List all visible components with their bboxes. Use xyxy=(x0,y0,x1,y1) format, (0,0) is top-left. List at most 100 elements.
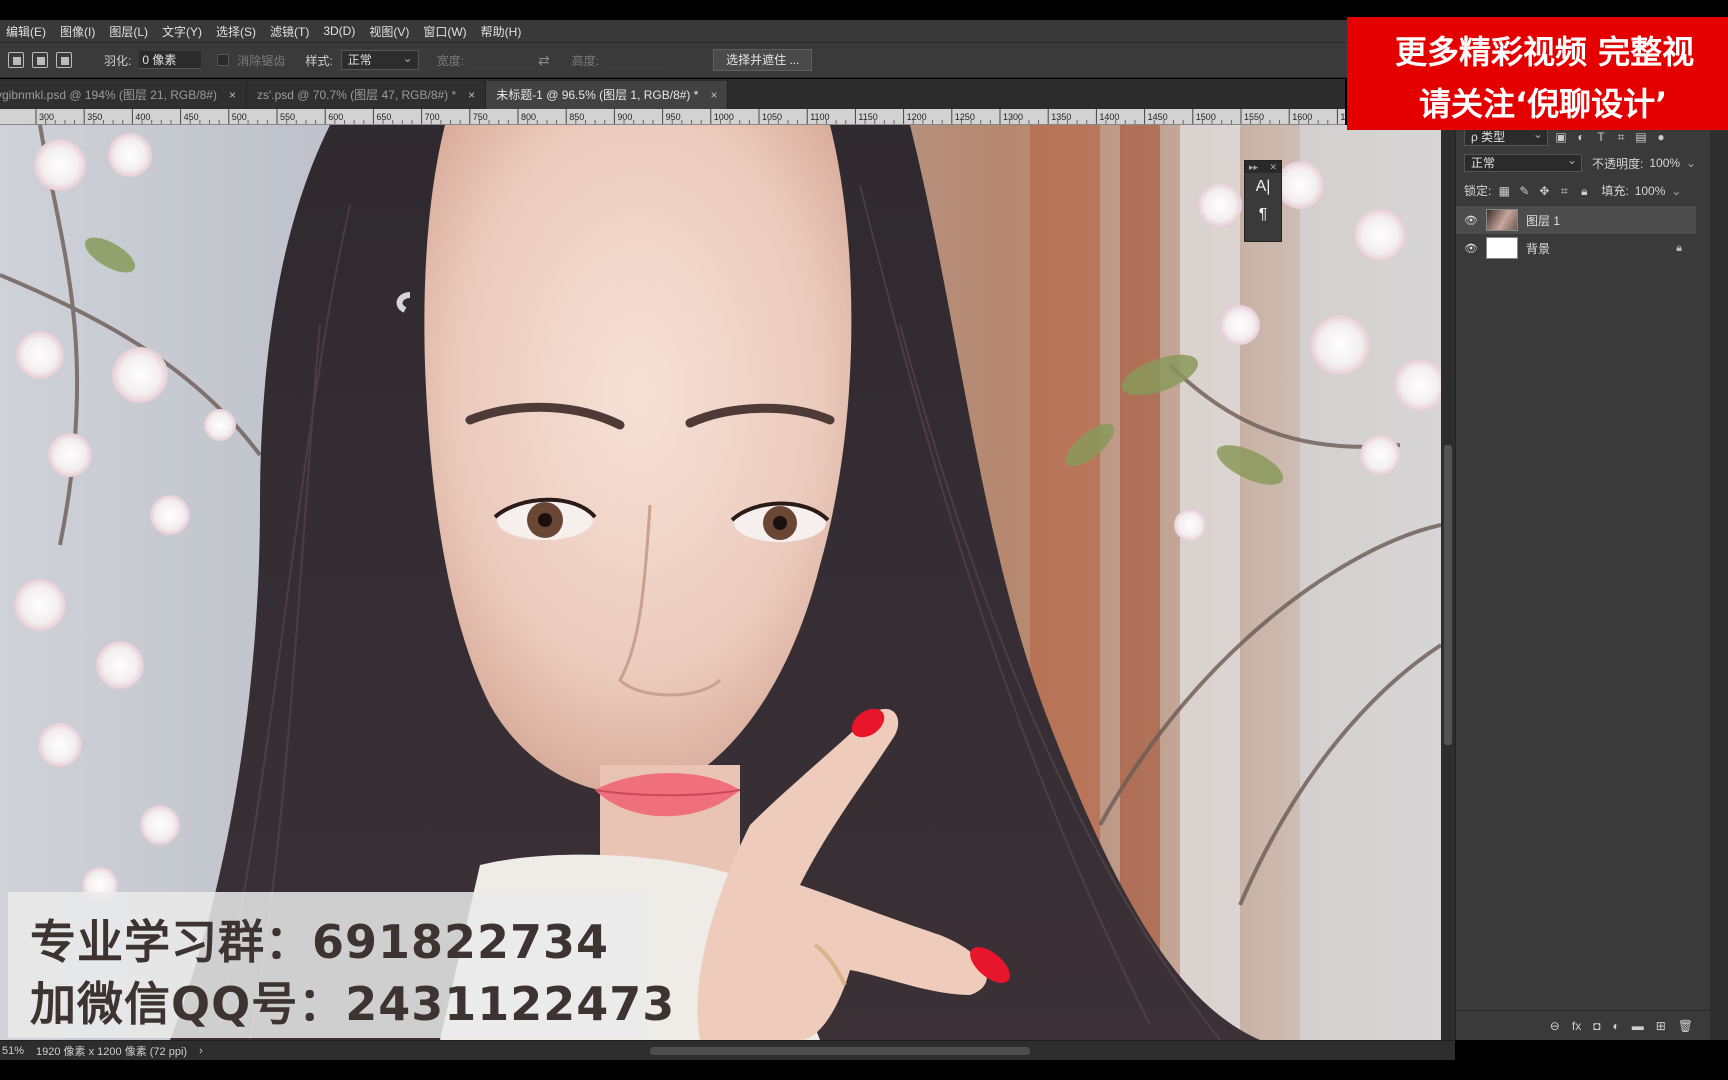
vertical-scrollbar[interactable] xyxy=(1441,125,1455,1040)
ruler-tick-label: 1250 xyxy=(955,112,975,122)
layer-row-background[interactable]: 👁︎ 背景 🔒︎ xyxy=(1456,234,1696,262)
wechat-qq-text: 加微信QQ号：2431122473 xyxy=(30,977,676,1031)
ruler-tick-label: 1100 xyxy=(810,112,829,122)
bottom-black-bar xyxy=(0,1060,1728,1080)
menu-3d[interactable]: 3D(D) xyxy=(323,24,355,38)
ruler-tick-label: 1000 xyxy=(714,112,734,122)
new-layer-icon[interactable]: ⊞ xyxy=(1656,1019,1666,1033)
image-filter-icon[interactable]: ▣ xyxy=(1554,130,1568,144)
ruler-tick-label: 165 xyxy=(1340,112,1345,122)
ruler-tick-label: 1550 xyxy=(1244,112,1264,122)
antialias-label: 消除锯齿 xyxy=(237,53,286,68)
ruler-tick-label: 350 xyxy=(87,112,102,122)
height-input[interactable] xyxy=(607,51,666,69)
lock-row: 锁定: ▦ ✎ ✥ ⌗ 🔒︎ 填充: 100% ⌄ xyxy=(1464,182,1681,199)
ruler-tick-label: 1400 xyxy=(1099,112,1119,122)
ruler-tick-label: 1150 xyxy=(858,112,877,122)
smart-object-filter-icon[interactable]: ▤ xyxy=(1634,130,1648,144)
menu-layer[interactable]: 图层(L) xyxy=(109,23,148,40)
close-icon[interactable]: × xyxy=(468,81,475,109)
layer-name[interactable]: 背景 xyxy=(1526,240,1550,257)
fx-icon[interactable]: fx xyxy=(1572,1019,1581,1033)
contact-watermark: 专业学习群：691822734 加微信QQ号：2431122473 xyxy=(8,892,674,1038)
select-and-mask-button[interactable]: 选择并遮住 ... xyxy=(713,49,813,71)
layers-panel-footer: ⊖ fx ◘ ◐ ▬ ⊞ 🗑 xyxy=(1456,1010,1711,1040)
lock-transparent-icon[interactable]: ▦ xyxy=(1497,184,1511,198)
lock-brush-icon[interactable]: ✎ xyxy=(1517,184,1531,198)
document-info[interactable]: 1920 像素 x 1200 像素 (72 ppi) xyxy=(36,1043,187,1059)
close-icon[interactable]: × xyxy=(229,81,236,109)
tab-untitled-1[interactable]: 未标题-1 @ 96.5% (图层 1, RGB/8#) * × xyxy=(486,81,729,109)
menu-image[interactable]: 图像(I) xyxy=(60,23,95,40)
horizontal-ruler[interactable]: 300 350 400 450 500 550 600 650 700 750 800 850 900 9… xyxy=(0,109,1345,125)
ruler-tick-label: 800 xyxy=(521,112,536,122)
chevron-right-icon[interactable]: › xyxy=(199,1045,203,1057)
tab-label: ygibnmkl.psd @ 194% (图层 21, RGB/8#) xyxy=(0,88,217,102)
new-selection-icon[interactable] xyxy=(8,52,24,68)
fill-input[interactable]: 100% xyxy=(1635,184,1666,198)
study-group-text: 专业学习群：691822734 xyxy=(30,915,610,969)
feather-label: 羽化: xyxy=(104,53,132,68)
close-icon[interactable]: × xyxy=(710,81,717,109)
menu-window[interactable]: 窗口(W) xyxy=(423,23,466,40)
adjustment-icon[interactable]: ◐ xyxy=(1612,1019,1619,1033)
ruler-tick-label: 650 xyxy=(376,112,391,122)
menu-select[interactable]: 选择(S) xyxy=(216,23,256,40)
ruler-tick-label: 1350 xyxy=(1051,112,1071,122)
character-floating-panel[interactable]: ▸▸ ✕ A| ¶ xyxy=(1244,160,1282,242)
layer-name[interactable]: 图层 1 xyxy=(1526,212,1560,229)
tab-ygibnmkl[interactable]: ygibnmkl.psd @ 194% (图层 21, RGB/8#) × xyxy=(0,81,247,109)
trash-icon[interactable]: 🗑 xyxy=(1678,1019,1693,1033)
menu-type[interactable]: 文字(Y) xyxy=(162,23,202,40)
menu-filter[interactable]: 滤镜(T) xyxy=(270,23,309,40)
fill-label: 填充: xyxy=(1601,184,1629,198)
ruler-tick-label: 1200 xyxy=(907,112,927,122)
float-panel-header[interactable]: ▸▸ ✕ xyxy=(1245,161,1281,173)
ruler-tick-label: 950 xyxy=(666,112,681,122)
tab-label: zs'.psd @ 70.7% (图层 47, RGB/8#) * xyxy=(256,88,457,102)
layer-thumbnail xyxy=(1486,237,1518,259)
character-icon[interactable]: A| xyxy=(1245,173,1281,201)
chevron-down-icon[interactable]: ⌄ xyxy=(1671,184,1681,198)
opacity-input[interactable]: 100% xyxy=(1649,156,1680,170)
ruler-tick-label: 900 xyxy=(617,112,632,122)
tab-zs[interactable]: zs'.psd @ 70.7% (图层 47, RGB/8#) * × xyxy=(246,81,487,109)
chevron-down-icon[interactable]: ⌄ xyxy=(1686,156,1696,170)
intersect-selection-icon[interactable] xyxy=(56,52,72,68)
layer-filter-select[interactable]: ρ 类型 xyxy=(1464,126,1548,146)
adjustment-filter-icon[interactable]: ◐ xyxy=(1574,130,1588,144)
menu-help[interactable]: 帮助(H) xyxy=(481,23,522,40)
panel-dock-strip xyxy=(1710,120,1728,1040)
mask-icon[interactable]: ◘ xyxy=(1593,1019,1600,1033)
type-filter-icon[interactable]: T xyxy=(1594,130,1608,144)
visibility-eye-icon[interactable]: 👁︎ xyxy=(1464,242,1478,255)
shape-filter-icon[interactable]: ⌗ xyxy=(1614,130,1628,144)
layer-filter-row: ρ 类型 ▣ ◐ T ⌗ ▤ ● xyxy=(1464,126,1668,146)
blend-mode-select[interactable]: 正常 xyxy=(1464,152,1582,172)
visibility-eye-icon[interactable]: 👁︎ xyxy=(1464,214,1478,227)
ruler-tick-label: 300 xyxy=(39,112,54,122)
antialias-checkbox[interactable] xyxy=(217,54,230,66)
layer-row-layer-1[interactable]: 👁︎ 图层 1 xyxy=(1456,206,1696,234)
status-bar: 51% 1920 像素 x 1200 像素 (72 ppi) › xyxy=(0,1040,1455,1060)
lock-move-icon[interactable]: ✥ xyxy=(1537,184,1551,198)
feather-input[interactable]: 0 像素 xyxy=(139,51,202,69)
menu-view[interactable]: 视图(V) xyxy=(369,23,409,40)
filter-toggle-icon[interactable]: ● xyxy=(1654,130,1668,144)
lock-artboard-icon[interactable]: ⌗ xyxy=(1557,184,1571,198)
style-select[interactable]: 正常 xyxy=(340,49,419,70)
width-input[interactable] xyxy=(472,51,531,69)
paragraph-icon[interactable]: ¶ xyxy=(1245,201,1281,229)
folder-icon[interactable]: ▬ xyxy=(1632,1019,1644,1033)
opacity-label: 不透明度: xyxy=(1592,156,1644,171)
scrollbar-thumb[interactable] xyxy=(1444,445,1452,745)
lock-all-icon[interactable]: 🔒︎ xyxy=(1577,184,1591,198)
zoom-level[interactable]: 51% xyxy=(2,1045,24,1057)
add-selection-icon[interactable] xyxy=(32,52,48,68)
swap-icon[interactable]: ⇄ xyxy=(538,52,550,69)
height-label: 高度: xyxy=(571,53,600,68)
link-icon[interactable]: ⊖ xyxy=(1550,1019,1560,1033)
horizontal-scrollbar-thumb[interactable] xyxy=(650,1047,1030,1055)
menu-edit[interactable]: 编辑(E) xyxy=(6,23,46,40)
ruler-tick-label: 1300 xyxy=(1003,112,1023,122)
